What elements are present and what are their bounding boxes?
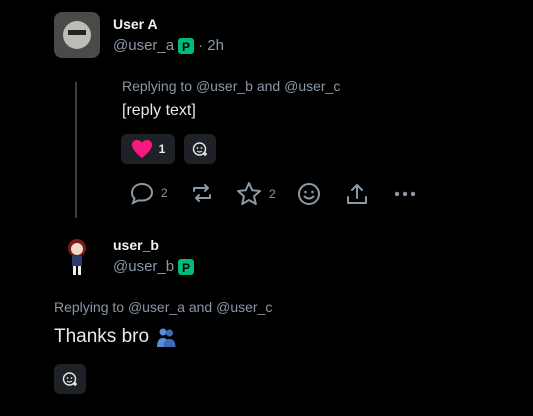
mention-link[interactable]: @user_c xyxy=(216,299,272,315)
repost-icon xyxy=(193,184,211,202)
more-button[interactable] xyxy=(392,181,418,207)
like-count: 2 xyxy=(269,187,276,201)
post-2: user_b @user_b P Replying to @user_a and… xyxy=(0,222,533,416)
hug-emoji-icon xyxy=(157,328,176,347)
add-reaction-icon xyxy=(62,372,77,386)
more-icon xyxy=(394,191,416,197)
share-icon xyxy=(347,184,367,204)
and-word: and xyxy=(256,78,281,94)
like-icon xyxy=(237,182,261,205)
emoji-icon xyxy=(298,183,320,205)
post-1: User A @user_a P · 2h Replying to @user_… xyxy=(0,0,533,222)
share-button[interactable] xyxy=(344,181,370,207)
reply-icon xyxy=(130,182,154,205)
post-body-1: [reply text] xyxy=(122,102,196,119)
reply-button[interactable]: 2 xyxy=(129,181,168,205)
emoji-button[interactable] xyxy=(296,181,322,207)
svg-text:P: P xyxy=(182,40,190,54)
mention-link[interactable]: @user_a xyxy=(128,299,185,315)
add-reaction-icon xyxy=(192,142,207,156)
avatar-post-2[interactable] xyxy=(54,232,100,278)
replying-to-post-2: Replying to @user_a and @user_c xyxy=(54,299,272,315)
mention-link[interactable]: @user_b xyxy=(196,78,253,94)
add-reaction-button[interactable] xyxy=(184,134,216,164)
display-name-post-1[interactable]: User A xyxy=(113,16,158,32)
avatar-image-icon xyxy=(54,12,100,58)
verified-badge-icon: P xyxy=(178,37,195,54)
reaction-count: 1 xyxy=(158,142,166,156)
and-word: and xyxy=(188,299,213,315)
handle-row-post-1: @user_a P · 2h xyxy=(113,37,224,54)
replying-prefix: Replying to xyxy=(122,78,193,94)
handle-post-2[interactable]: @user_b xyxy=(113,258,174,275)
add-reaction-button[interactable] xyxy=(54,364,86,394)
avatar-image-icon xyxy=(68,239,86,275)
replying-prefix: Replying to xyxy=(54,299,125,315)
like-button[interactable]: 2 xyxy=(235,181,276,207)
timestamp-post-1[interactable]: · 2h xyxy=(198,37,224,54)
handle-post-1[interactable]: @user_a xyxy=(113,37,174,54)
post-body-text: Thanks bro xyxy=(54,326,150,347)
repost-button[interactable] xyxy=(189,181,215,205)
replying-to-post-1: Replying to @user_b and @user_c xyxy=(122,78,340,94)
verified-badge-icon: P xyxy=(178,258,195,275)
thread-line xyxy=(75,82,77,218)
display-name-post-2[interactable]: user_b xyxy=(113,237,159,253)
heart-icon xyxy=(131,139,152,159)
avatar-post-1[interactable] xyxy=(54,12,100,58)
heart-reaction-chip[interactable]: 1 xyxy=(121,134,175,164)
reply-count: 2 xyxy=(161,186,168,200)
mention-link[interactable]: @user_c xyxy=(284,78,340,94)
post-body-2: Thanks bro xyxy=(54,326,177,348)
handle-row-post-2: @user_b P xyxy=(113,258,195,275)
svg-text:P: P xyxy=(182,261,190,275)
